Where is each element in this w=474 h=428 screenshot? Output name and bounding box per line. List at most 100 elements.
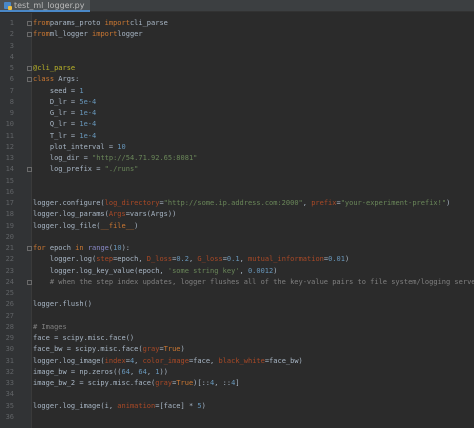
code-token: =vars(Args)) <box>125 210 177 219</box>
code-token: params_proto <box>49 19 105 27</box>
code-token: , <box>239 255 249 264</box>
code-token: logger.log_key_value(epoch, <box>33 266 168 275</box>
code-line[interactable]: image_bw_2 = scipy.misc.face(gray=True)[… <box>33 378 240 389</box>
code-line[interactable]: fromparams_proto importcli_parse <box>33 18 168 29</box>
code-line[interactable]: for epoch in range(10): <box>33 243 130 254</box>
code-line[interactable]: Q_lr = 1e-4 <box>33 119 96 130</box>
fold-marker-icon[interactable] <box>27 167 32 173</box>
code-editor[interactable]: 1 2 3 4 5 6 7 8 9 10 11 12 13 14 15 16 17 18 19 20 21 22 23 24 2… <box>0 13 474 428</box>
code-line[interactable]: T_lr = 1e-4 <box>33 131 96 142</box>
code-token: logger.configure( <box>33 199 105 207</box>
code-line[interactable]: face = scipy.misc.face() <box>33 333 134 344</box>
line-number: 30 <box>5 345 14 354</box>
code-token: , <box>302 199 312 207</box>
code-token: 1e-4 <box>79 120 97 129</box>
code-token: 5e-4 <box>79 97 97 106</box>
code-line[interactable]: G_lr = 1e-4 <box>33 108 96 119</box>
code-line[interactable]: logger.log_image(i, animation=[face] * 5… <box>33 401 206 412</box>
line-number: 12 <box>5 142 14 151</box>
code-token: =epoch, <box>113 255 147 264</box>
code-token: 64 <box>138 367 147 376</box>
code-token: , <box>134 356 143 365</box>
line-number: 2 <box>9 30 14 39</box>
code-line[interactable]: face_bw = scipy.misc.face(gray=True) <box>33 344 185 355</box>
code-token: 1e-4 <box>79 109 97 117</box>
line-number: 19 <box>5 221 14 230</box>
code-token: "http://54.71.92.65:8081" <box>92 154 198 162</box>
code-line[interactable]: logger.log_image(index=4, color_image=fa… <box>33 356 303 367</box>
line-number: 3 <box>9 41 14 50</box>
line-number: 35 <box>5 401 14 410</box>
code-line[interactable]: logger.flush() <box>33 299 92 310</box>
code-token: index <box>104 356 126 365</box>
code-token: gray <box>142 345 160 354</box>
code-line[interactable]: seed = 1 <box>33 86 84 97</box>
code-token: log_directory <box>104 199 160 207</box>
editor-tab-bar: test_ml_logger.py <box>0 0 474 12</box>
fold-marker-icon[interactable] <box>27 279 32 285</box>
code-line[interactable]: # when the step index updates, logger fl… <box>33 277 474 288</box>
code-token: Args: <box>54 75 80 84</box>
line-number: 21 <box>5 244 14 252</box>
code-line[interactable]: log_prefix = "./runs" <box>33 164 139 175</box>
fold-marker-icon[interactable] <box>27 246 32 251</box>
code-token: 0.0012 <box>247 266 274 275</box>
code-token: T_lr = <box>33 131 80 140</box>
code-line[interactable]: logger.configure(log_directory="http://s… <box>33 198 450 209</box>
code-token: mutual_information <box>248 255 324 264</box>
line-number: 27 <box>5 311 14 320</box>
code-token: plot_interval = <box>33 142 118 151</box>
line-number: 7 <box>9 86 14 95</box>
tab-test-ml-logger[interactable]: test_ml_logger.py <box>0 0 91 12</box>
code-token: logger.log( <box>33 255 97 264</box>
code-line[interactable]: image_bw = np.zeros((64, 64, 1)) <box>33 367 168 378</box>
code-token: 10 <box>113 244 122 252</box>
code-line[interactable]: logger.log_file(__file__) <box>33 221 138 232</box>
code-token: __file__ <box>100 221 135 230</box>
code-line[interactable]: D_lr = 5e-4 <box>33 97 96 108</box>
line-number: 15 <box>5 176 14 185</box>
code-token: black_white <box>218 356 265 365</box>
code-token: import <box>104 19 130 27</box>
code-line[interactable]: plot_interval = 10 <box>33 142 126 153</box>
code-token: step <box>96 255 114 264</box>
code-line[interactable]: logger.log_params(Args=vars(Args)) <box>33 209 176 220</box>
fold-marker-icon[interactable] <box>27 66 32 71</box>
code-line[interactable]: # Images <box>33 322 67 333</box>
code-token: "your-experiment-prefix!" <box>340 199 447 207</box>
line-number: 18 <box>5 210 14 219</box>
line-number: 29 <box>5 334 14 342</box>
code-token: =face_bw) <box>264 356 303 365</box>
code-token: ] <box>235 379 240 387</box>
fold-marker-icon[interactable] <box>27 32 32 38</box>
code-token: ) <box>134 221 139 230</box>
code-line[interactable]: logger.log_key_value(epoch, 'some string… <box>33 266 278 277</box>
line-number: 26 <box>5 300 14 309</box>
line-number: 6 <box>9 75 14 84</box>
code-token: G_lr = <box>33 109 80 117</box>
code-token: ) <box>180 345 185 354</box>
code-token: , <box>239 266 248 275</box>
code-token: gray <box>155 379 173 387</box>
code-line[interactable]: fromml_logger importlogger <box>33 29 143 40</box>
line-number: 8 <box>9 97 14 106</box>
code-token: True <box>163 345 181 354</box>
tab-label: test_ml_logger.py <box>14 0 85 10</box>
code-token: Args <box>108 210 126 219</box>
fold-marker-icon[interactable] <box>27 77 32 83</box>
code-token: log_dir = <box>33 154 93 162</box>
code-token: face_bw = scipy.misc.face( <box>33 345 143 354</box>
code-token: logger.flush() <box>33 300 93 309</box>
code-area[interactable]: fromparams_proto importcli_parse fromml_l… <box>33 13 474 428</box>
code-line[interactable]: log_dir = "http://54.71.92.65:8081" <box>33 153 198 164</box>
code-token: ) <box>446 199 451 207</box>
line-number: 25 <box>5 289 14 297</box>
code-line[interactable]: @cli_parse <box>33 63 75 74</box>
fold-marker-icon[interactable] <box>27 21 32 26</box>
code-token: ): <box>121 244 130 252</box>
code-line[interactable]: logger.log(step=epoch, D_loss=0.2, G_los… <box>33 254 349 265</box>
code-token: # when the step index updates, logger fl… <box>33 277 474 286</box>
line-number: 22 <box>5 255 14 264</box>
code-token: animation <box>117 401 156 410</box>
code-line[interactable]: class Args: <box>33 74 79 85</box>
